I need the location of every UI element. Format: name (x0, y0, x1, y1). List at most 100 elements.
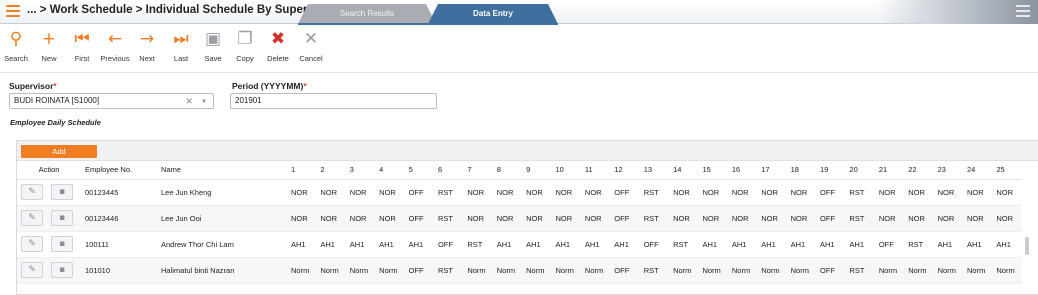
day-shift-cell[interactable]: OFF (404, 205, 434, 232)
day-shift-cell[interactable]: OFF (610, 179, 640, 206)
day-shift-cell[interactable]: AH1 (786, 231, 817, 258)
day-shift-cell[interactable]: NOR (874, 179, 905, 206)
day-shift-cell[interactable]: NOR (698, 179, 728, 206)
column-header-day[interactable]: 23 (933, 161, 963, 180)
column-header-name[interactable]: Name (157, 161, 287, 180)
day-shift-cell[interactable]: NOR (522, 205, 552, 232)
employee-no-cell[interactable]: 00123446 (81, 205, 157, 232)
day-shift-cell[interactable]: NOR (551, 179, 581, 206)
column-header-day[interactable]: 17 (757, 161, 787, 180)
column-header-day[interactable]: 21 (874, 161, 905, 180)
day-shift-cell[interactable]: Norm (580, 257, 611, 284)
day-shift-cell[interactable]: NOR (669, 205, 699, 232)
day-shift-cell[interactable]: RST (845, 179, 875, 206)
day-shift-cell[interactable]: AH1 (522, 231, 552, 258)
day-shift-cell[interactable]: RST (904, 231, 934, 258)
table-row[interactable]: ✎ ▪ 00123446 Lee Jun Ooi NOR NOR NOR NOR OFF RST N… (17, 205, 1022, 232)
table-row[interactable]: ✎ ▪ 100111 Andrew Thor Chi Lam AH1 AH1 AH1 AH1 A… (17, 231, 1022, 258)
column-header-day[interactable]: 20 (845, 161, 875, 180)
day-shift-cell[interactable]: AH1 (345, 231, 376, 258)
table-row[interactable]: ✎ ▪ 101010 Halimatul binti Nazran Norm Norm No… (17, 257, 1022, 284)
day-shift-cell[interactable]: AH1 (698, 231, 728, 258)
employee-name-cell[interactable]: Andrew Thor Chi Lam (157, 231, 287, 258)
day-shift-cell[interactable]: AH1 (316, 231, 346, 258)
day-shift-cell[interactable]: AH1 (845, 231, 875, 258)
day-shift-cell[interactable]: NOR (492, 205, 523, 232)
day-shift-cell[interactable]: NOR (962, 205, 993, 232)
day-shift-cell[interactable]: OFF (404, 179, 434, 206)
column-header-day[interactable]: 6 (433, 161, 464, 180)
day-shift-cell[interactable]: Norm (669, 257, 699, 284)
day-shift-cell[interactable]: NOR (580, 179, 611, 206)
day-shift-cell[interactable]: NOR (992, 179, 1022, 206)
column-header-day[interactable]: 16 (727, 161, 758, 180)
day-shift-cell[interactable]: Norm (757, 257, 787, 284)
day-shift-cell[interactable]: RST (845, 257, 875, 284)
day-shift-cell[interactable]: AH1 (992, 231, 1022, 258)
day-shift-cell[interactable]: Norm (874, 257, 905, 284)
tab-search-results[interactable]: Search Results (298, 4, 436, 24)
trash-icon[interactable]: ▪ (51, 262, 73, 278)
column-header-day[interactable]: 4 (375, 161, 405, 180)
day-shift-cell[interactable]: NOR (580, 205, 611, 232)
day-shift-cell[interactable]: NOR (375, 179, 405, 206)
day-shift-cell[interactable]: OFF (610, 205, 640, 232)
column-header-day[interactable]: 18 (786, 161, 817, 180)
day-shift-cell[interactable]: NOR (962, 179, 993, 206)
day-shift-cell[interactable]: Norm (904, 257, 934, 284)
employee-no-cell[interactable]: 101010 (81, 257, 157, 284)
day-shift-cell[interactable]: NOR (727, 205, 758, 232)
employee-name-cell[interactable]: Halimatul binti Nazran (157, 257, 287, 284)
copy-button[interactable]: ❐ Copy (229, 28, 261, 66)
day-shift-cell[interactable]: NOR (375, 205, 405, 232)
day-shift-cell[interactable]: RST (639, 205, 670, 232)
column-header-day[interactable]: 9 (522, 161, 552, 180)
day-shift-cell[interactable]: AH1 (816, 231, 846, 258)
column-header-employee-no[interactable]: Employee No. (81, 161, 157, 180)
day-shift-cell[interactable]: AH1 (404, 231, 434, 258)
day-shift-cell[interactable]: NOR (463, 179, 493, 206)
day-shift-cell[interactable]: NOR (316, 179, 346, 206)
day-shift-cell[interactable]: Norm (345, 257, 376, 284)
employee-no-cell[interactable]: 100111 (81, 231, 157, 258)
day-shift-cell[interactable]: Norm (992, 257, 1022, 284)
column-header-day[interactable]: 24 (962, 161, 993, 180)
day-shift-cell[interactable]: NOR (727, 179, 758, 206)
supervisor-select[interactable]: BUDI ROINATA [S1000] ✕ ▼ (9, 93, 214, 109)
day-shift-cell[interactable]: Norm (463, 257, 493, 284)
day-shift-cell[interactable]: RST (639, 179, 670, 206)
edit-icon[interactable]: ✎ (21, 184, 43, 200)
column-header-day[interactable]: 11 (580, 161, 611, 180)
day-shift-cell[interactable]: NOR (551, 205, 581, 232)
day-shift-cell[interactable]: OFF (639, 231, 670, 258)
edit-icon[interactable]: ✎ (21, 210, 43, 226)
day-shift-cell[interactable]: Norm (492, 257, 523, 284)
column-header-day[interactable]: 14 (669, 161, 699, 180)
day-shift-cell[interactable]: NOR (287, 205, 317, 232)
trash-icon[interactable]: ▪ (51, 236, 73, 252)
period-input[interactable]: 201901 (230, 93, 437, 109)
day-shift-cell[interactable]: RST (433, 179, 464, 206)
day-shift-cell[interactable]: NOR (287, 179, 317, 206)
day-shift-cell[interactable]: NOR (904, 205, 934, 232)
day-shift-cell[interactable]: OFF (610, 257, 640, 284)
day-shift-cell[interactable]: NOR (669, 179, 699, 206)
edit-icon[interactable]: ✎ (21, 262, 43, 278)
first-button[interactable]: ⏮ First (66, 28, 98, 66)
day-shift-cell[interactable]: Norm (287, 257, 317, 284)
edit-icon[interactable]: ✎ (21, 236, 43, 252)
chevron-down-icon[interactable]: ▼ (201, 95, 207, 109)
last-button[interactable]: ⏭ Last (165, 28, 197, 66)
add-button[interactable]: Add (21, 145, 97, 158)
clear-icon[interactable]: ✕ (185, 94, 193, 108)
day-shift-cell[interactable]: AH1 (375, 231, 405, 258)
day-shift-cell[interactable]: AH1 (933, 231, 963, 258)
day-shift-cell[interactable]: NOR (933, 205, 963, 232)
day-shift-cell[interactable]: NOR (698, 205, 728, 232)
day-shift-cell[interactable]: Norm (375, 257, 405, 284)
day-shift-cell[interactable]: AH1 (727, 231, 758, 258)
day-shift-cell[interactable]: Norm (551, 257, 581, 284)
column-header-day[interactable]: 19 (816, 161, 846, 180)
day-shift-cell[interactable]: AH1 (757, 231, 787, 258)
new-button[interactable]: + New (33, 28, 65, 66)
